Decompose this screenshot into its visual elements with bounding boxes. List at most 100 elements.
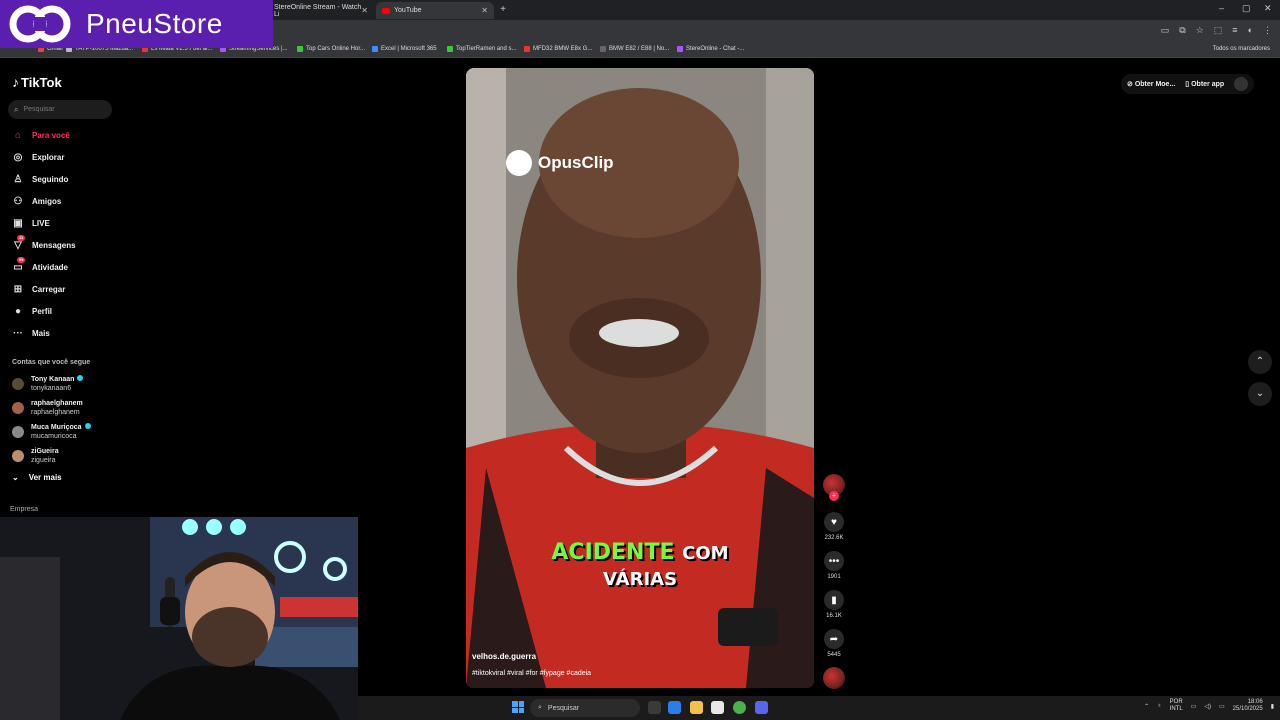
nav-mensagens[interactable]: ▽ 11 Mensagens	[12, 234, 76, 252]
microphone-icon[interactable]: ♁	[1157, 703, 1162, 709]
nav-perfil[interactable]: ● Perfil	[12, 304, 52, 318]
star-icon[interactable]: ☆	[1196, 25, 1204, 36]
bookmark-item[interactable]: MFD32 BMW E8x G...	[524, 46, 592, 52]
notification-icon[interactable]: ▮	[1271, 703, 1274, 710]
bookmark-icon: ▮	[824, 590, 844, 610]
search-input[interactable]: ⌕ Pesquisar	[8, 100, 112, 119]
company-link[interactable]: Empresa	[10, 506, 38, 513]
extensions-icon[interactable]: ⬚	[1214, 25, 1223, 36]
get-coins-button[interactable]: ⊘ Obter Moe...	[1127, 80, 1175, 88]
youtube-icon	[382, 7, 390, 14]
tab-youtube[interactable]: YouTube ✕	[376, 2, 494, 19]
video-player[interactable]: OpusClip ACIDENTE COM VÁRIAS velhos.de.g…	[466, 68, 814, 688]
toolbar-icons: ▭ ⧉ ☆ ⬚ ≡ ◐ ⋮	[1161, 25, 1272, 36]
bookmark-icon	[524, 46, 530, 52]
tiktok-note-icon: ♪	[12, 74, 19, 90]
maximize-icon[interactable]: ▢	[1242, 3, 1251, 14]
share-count: 5445	[827, 652, 841, 658]
windows-taskbar: ⌕ Pesquisar ⌃ ♁ POR INTL ▭ ◁) ▭ 18:06 25…	[358, 696, 1280, 720]
coin-icon: ⊘	[1127, 81, 1133, 88]
nav-amigos[interactable]: ⚇ Amigos	[12, 194, 62, 208]
media-icon[interactable]: ≡	[1232, 25, 1237, 36]
nav-live[interactable]: ▣ LIVE	[12, 216, 50, 230]
verified-icon	[84, 423, 91, 429]
bookmark-icon	[677, 46, 683, 52]
system-tray: ⌃ ♁ POR INTL ▭ ◁) ▭ 18:06 25/10/2025 ▮	[1144, 699, 1274, 713]
follow-plus-icon[interactable]: +	[829, 491, 839, 501]
bookmark-item[interactable]: StereOnline - Chat -...	[677, 46, 744, 52]
get-app-button[interactable]: ▯ Obter app	[1185, 80, 1224, 88]
video-author[interactable]: velhos.de.guerra	[472, 652, 536, 661]
comment-button[interactable]: ••• 1901	[823, 551, 845, 580]
search-placeholder: Pesquisar	[23, 106, 55, 113]
tab-stereonline[interactable]: StereOnline Stream - Watch Li ✕	[268, 2, 374, 19]
file-explorer-icon[interactable]	[690, 701, 703, 714]
like-button[interactable]: ♥ 232.6K	[823, 512, 845, 541]
taskbar-search[interactable]: ⌕ Pesquisar	[530, 699, 640, 717]
minimize-icon[interactable]: –	[1219, 3, 1224, 13]
discord-icon[interactable]	[755, 701, 768, 714]
share-icon: ➦	[824, 629, 844, 649]
home-icon: ⌂	[14, 129, 22, 141]
close-window-icon[interactable]: ✕	[1264, 3, 1272, 14]
all-bookmarks-button[interactable]: Todos os marcadores	[1213, 46, 1270, 52]
video-hashtags[interactable]: #tiktokviral #viral #for #fypage #cadeia	[472, 670, 591, 677]
next-video-button[interactable]: ⌄	[1248, 382, 1272, 406]
more-icon: ···	[13, 327, 23, 339]
previous-video-button[interactable]: ⌃	[1248, 350, 1272, 374]
share-button[interactable]: ➦ 5445	[823, 629, 845, 658]
nav-carregar[interactable]: ⊞ Carregar	[12, 282, 66, 296]
activity-badge: 99	[17, 256, 26, 263]
translate-icon[interactable]: ⧉	[1179, 25, 1185, 36]
nav-atividade[interactable]: ▭ 99 Atividade	[12, 256, 68, 274]
followed-account[interactable]: Muca Muriçoca mucamuricoca	[12, 423, 91, 441]
new-tab-button[interactable]: +	[497, 4, 509, 16]
followed-account[interactable]: ziGueira zigueira	[12, 447, 59, 465]
verified-icon	[77, 375, 84, 381]
nav-para-voce[interactable]: ⌂ Para você	[12, 128, 70, 142]
upload-icon: ⊞	[13, 283, 23, 295]
avatar	[12, 402, 24, 414]
battery-icon[interactable]: ▭	[1219, 703, 1225, 710]
bookmark-item[interactable]: Top Cars Online Hor...	[297, 46, 365, 52]
language-indicator[interactable]: POR INTL	[1170, 699, 1183, 713]
copilot-icon[interactable]	[668, 701, 681, 714]
bookmark-icon	[600, 46, 606, 52]
tiktok-logo[interactable]: ♪ TikTok	[12, 74, 62, 90]
profile-icon[interactable]: ◐	[1248, 25, 1253, 36]
nav-explorar[interactable]: ◎ Explorar	[12, 150, 65, 164]
opusclip-logo-icon	[506, 150, 532, 176]
followed-account[interactable]: raphaelghanem raphaelghanem	[12, 399, 83, 417]
chevron-down-icon: ⌄	[1255, 388, 1265, 399]
opusclip-watermark: OpusClip	[506, 150, 614, 176]
bookmark-item[interactable]: TopTierRamen and s...	[447, 46, 516, 52]
followed-account[interactable]: Tony Kanaan tonykanaan6	[12, 375, 84, 393]
sound-disc-icon[interactable]	[823, 667, 845, 689]
nav-seguindo[interactable]: ♙ Seguindo	[12, 172, 69, 186]
volume-icon[interactable]: ◁)	[1204, 703, 1211, 710]
chevron-up-icon: ⌃	[1255, 356, 1265, 367]
nav-mais[interactable]: ··· Mais	[12, 326, 50, 340]
search-icon: ⌕	[538, 704, 542, 711]
following-section-title: Contas que você segue	[12, 359, 91, 366]
clock[interactable]: 18:06 25/10/2025	[1233, 699, 1263, 713]
chrome-icon[interactable]	[733, 701, 746, 714]
avatar	[12, 426, 24, 438]
chevron-up-icon[interactable]: ⌃	[1144, 703, 1149, 710]
brand-name: PneuStore	[86, 8, 223, 39]
tab-label: YouTube	[394, 7, 422, 14]
menu-icon[interactable]: ⋮	[1263, 25, 1272, 36]
see-more-button[interactable]: ⌄ Ver mais	[12, 473, 62, 482]
save-button[interactable]: ▮ 16.1K	[823, 590, 845, 619]
close-icon[interactable]: ✕	[481, 6, 488, 15]
bookmark-item[interactable]: BMW E82 / E88 | No...	[600, 46, 669, 52]
close-icon[interactable]: ✕	[361, 6, 368, 15]
cast-icon[interactable]: ▭	[1161, 25, 1170, 36]
profile-avatar[interactable]	[1234, 77, 1249, 91]
bookmark-item[interactable]: Excel | Microsoft 365	[372, 46, 437, 52]
task-view-icon[interactable]	[648, 701, 661, 714]
store-icon[interactable]	[711, 701, 724, 714]
start-button[interactable]	[512, 701, 524, 713]
avatar	[12, 450, 24, 462]
network-icon[interactable]: ▭	[1191, 703, 1197, 710]
